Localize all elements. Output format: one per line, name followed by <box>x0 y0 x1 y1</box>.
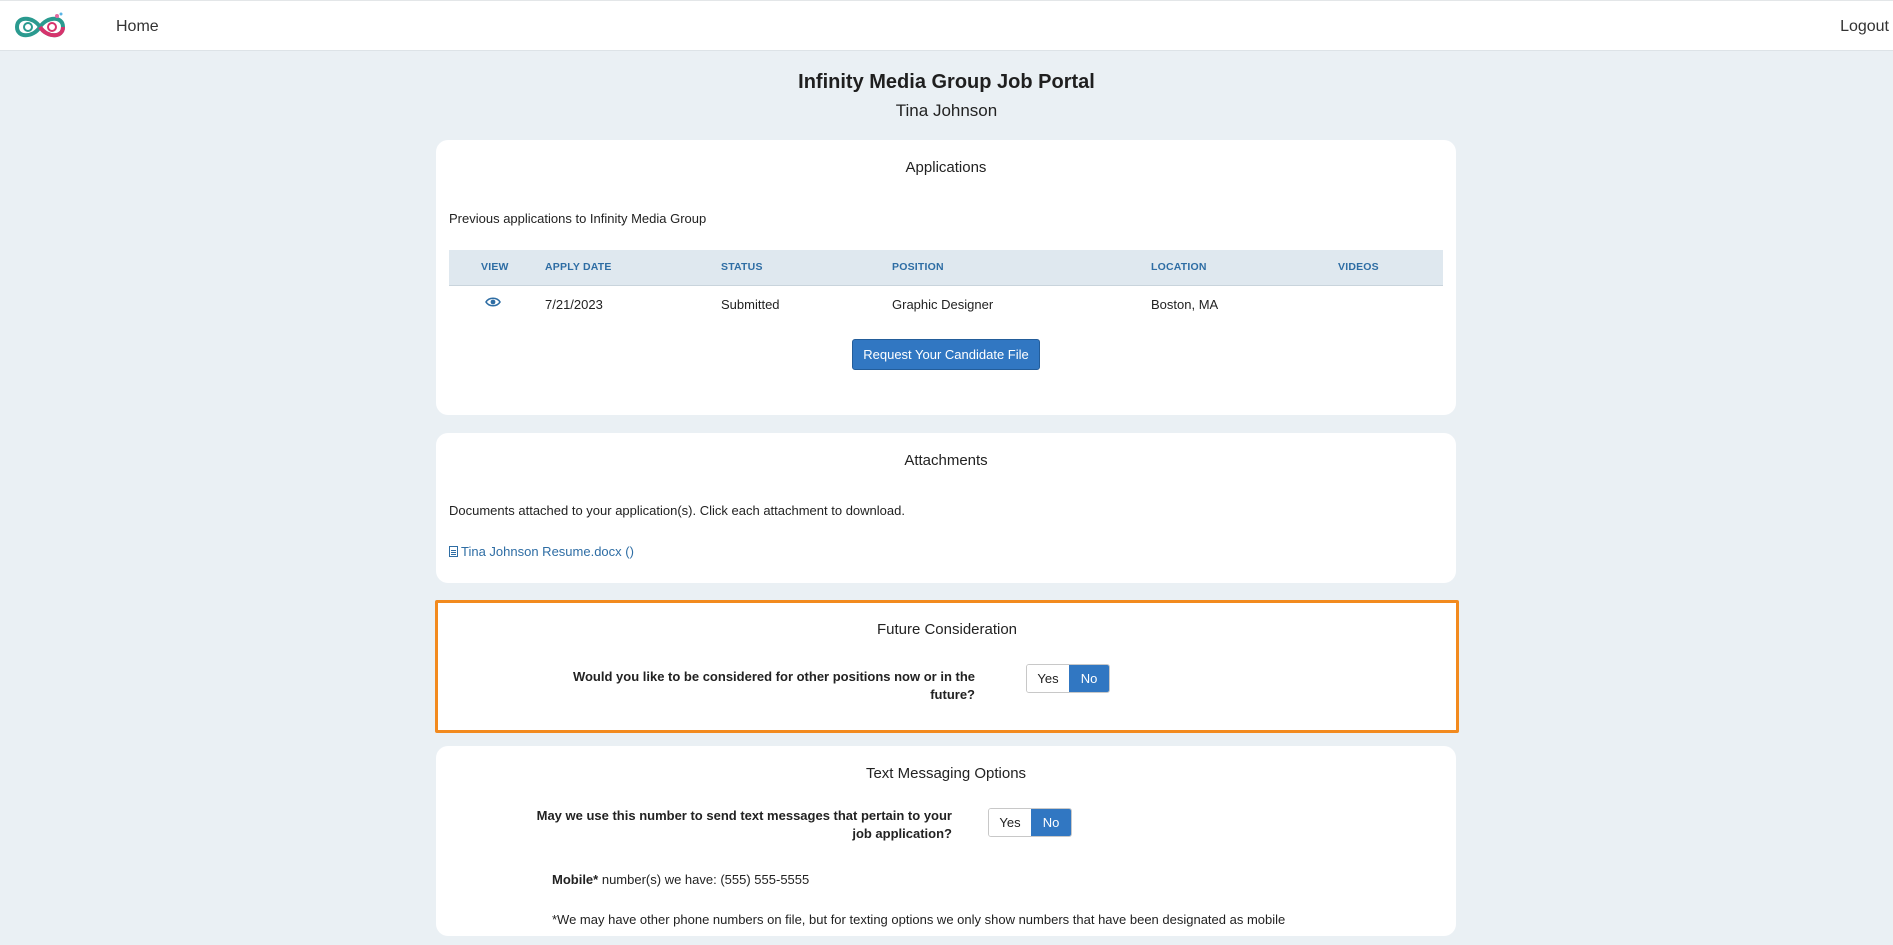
col-view: VIEW <box>481 261 509 273</box>
attachments-subtitle: Documents attached to your application(s… <box>449 503 905 518</box>
attachment-link[interactable]: Tina Johnson Resume.docx () <box>449 544 634 559</box>
page-title: Infinity Media Group Job Portal <box>798 71 1095 93</box>
col-position: POSITION <box>892 261 944 273</box>
file-icon <box>449 546 458 557</box>
col-apply-date: APPLY DATE <box>545 261 612 273</box>
text-messaging-question: May we use this number to send text mess… <box>536 808 952 841</box>
applications-card: Applications Previous applications to In… <box>436 140 1456 415</box>
top-navbar: Home Logout <box>0 0 1893 51</box>
table-header: VIEW APPLY DATE STATUS POSITION LOCATION… <box>449 250 1443 286</box>
attachments-card: Attachments Documents attached to your a… <box>436 433 1456 583</box>
user-name: Tina Johnson <box>895 101 998 120</box>
nav-logout-link[interactable]: Logout <box>1840 18 1889 36</box>
applications-title: Applications <box>905 159 987 176</box>
col-location: LOCATION <box>1151 261 1207 273</box>
mobile-note: *We may have other phone numbers on file… <box>552 912 1286 927</box>
mobile-label: Mobile* <box>552 872 599 887</box>
future-no-button[interactable]: No <box>1069 665 1109 692</box>
future-yes-button[interactable]: Yes <box>1027 665 1069 692</box>
apply-date-cell: 7/21/2023 <box>545 297 603 312</box>
text-no-button[interactable]: No <box>1031 809 1071 836</box>
request-candidate-file-button[interactable]: Request Your Candidate File <box>852 339 1040 370</box>
mobile-number-text: number(s) we have: (555) 555-5555 <box>598 872 810 887</box>
future-consideration-question: Would you like to be considered for othe… <box>572 669 975 702</box>
location-cell: Boston, MA <box>1151 297 1219 312</box>
future-consideration-title: Future Consideration <box>876 621 1018 638</box>
text-yes-button[interactable]: Yes <box>989 809 1031 836</box>
text-messaging-title: Text Messaging Options <box>865 765 1027 782</box>
text-messaging-toggle: Yes No <box>988 808 1072 837</box>
infinity-logo-icon[interactable] <box>11 10 69 44</box>
position-cell: Graphic Designer <box>892 297 994 312</box>
attachments-title: Attachments <box>904 452 988 469</box>
col-videos: VIDEOS <box>1338 261 1379 273</box>
future-consideration-toggle: Yes No <box>1026 664 1110 693</box>
table-row: 7/21/2023 Submitted Graphic Designer Bos… <box>449 286 1443 324</box>
mobile-number-line: Mobile* number(s) we have: (555) 555-555… <box>552 872 809 887</box>
future-consideration-card: Future Consideration Would you like to b… <box>435 600 1459 733</box>
applications-subtitle: Previous applications to Infinity Media … <box>449 211 707 226</box>
applications-table: VIEW APPLY DATE STATUS POSITION LOCATION… <box>449 250 1443 324</box>
col-status: STATUS <box>721 261 763 273</box>
text-messaging-card: Text Messaging Options May we use this n… <box>436 746 1456 936</box>
status-cell: Submitted <box>721 297 780 312</box>
nav-home-link[interactable]: Home <box>116 18 159 36</box>
attachment-filename: Tina Johnson Resume.docx () <box>461 544 634 559</box>
view-eye-icon[interactable] <box>485 295 501 309</box>
